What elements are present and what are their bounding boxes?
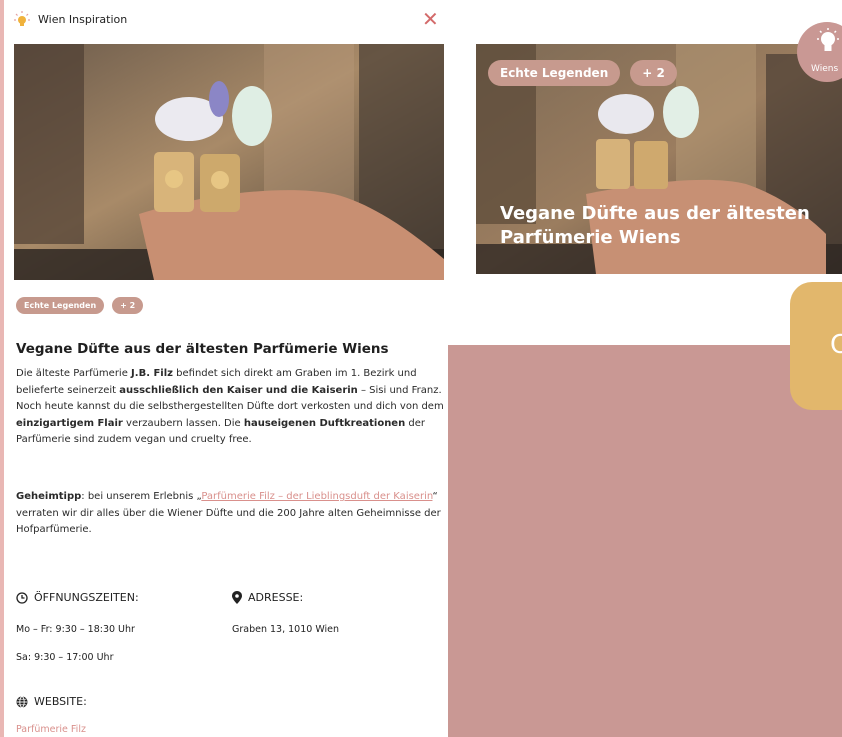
background-rose-block [448,345,842,737]
location-pin-icon [232,591,242,604]
close-icon[interactable]: ✕ [422,8,439,30]
website-header: WEBSITE: [16,695,87,708]
hours-label: ÖFFNUNGSZEITEN: [34,591,139,604]
page: C Echte Legenden + 2 Vegane Düfte aus de… [0,0,842,737]
gold-cta-label: C [830,330,842,360]
modal-header: Wien Inspiration ✕ [12,8,444,32]
badge-label: Wiens [811,64,839,74]
lightbulb-icon [817,28,839,51]
address-header: ADRESSE: [232,591,303,604]
modal-tag-row: Echte Legenden + 2 [16,297,144,314]
hours-header: ÖFFNUNGSZEITEN: [16,591,139,604]
experience-link[interactable]: Parfümerie Filz – der Lieblingsduft der … [201,491,432,502]
address-line-1: Graben 13, 1010 Wien [232,624,340,635]
clock-icon [16,591,28,604]
card-tag-more-chip[interactable]: + 2 [630,60,677,86]
card-tag-row: Echte Legenden + 2 [488,60,677,86]
card-tag-chip[interactable]: Echte Legenden [488,60,621,86]
modal-tip: Geheimtipp: bei unserem Erlebnis „Parfüm… [16,491,441,535]
lightbulb-icon [14,11,30,26]
inspiration-modal: Wien Inspiration ✕ Echte Legenden + 2 Ve… [0,0,448,737]
modal-tag-chip[interactable]: Echte Legenden [16,297,105,314]
card-title: Vegane Düfte aus der ältesten Parfümerie… [500,203,810,248]
hours-line-1: Mo – Fr: 9:30 – 18:30 Uhr [16,624,135,635]
hero-photo [14,44,444,280]
website-link[interactable]: Parfümerie Filz [16,724,86,735]
globe-icon [16,695,28,708]
inspiration-card[interactable]: Echte Legenden + 2 Vegane Düfte aus der … [476,44,842,274]
modal-description: Die älteste Parfümerie J.B. Filz befinde… [16,368,444,445]
modal-tag-more-chip[interactable]: + 2 [112,297,144,314]
hours-line-2: Sa: 9:30 – 17:00 Uhr [16,652,114,663]
modal-header-title: Wien Inspiration [38,13,128,26]
website-label: WEBSITE: [34,695,87,708]
modal-title: Vegane Düfte aus der ältesten Parfümerie… [16,341,389,357]
address-label: ADRESSE: [248,591,304,604]
